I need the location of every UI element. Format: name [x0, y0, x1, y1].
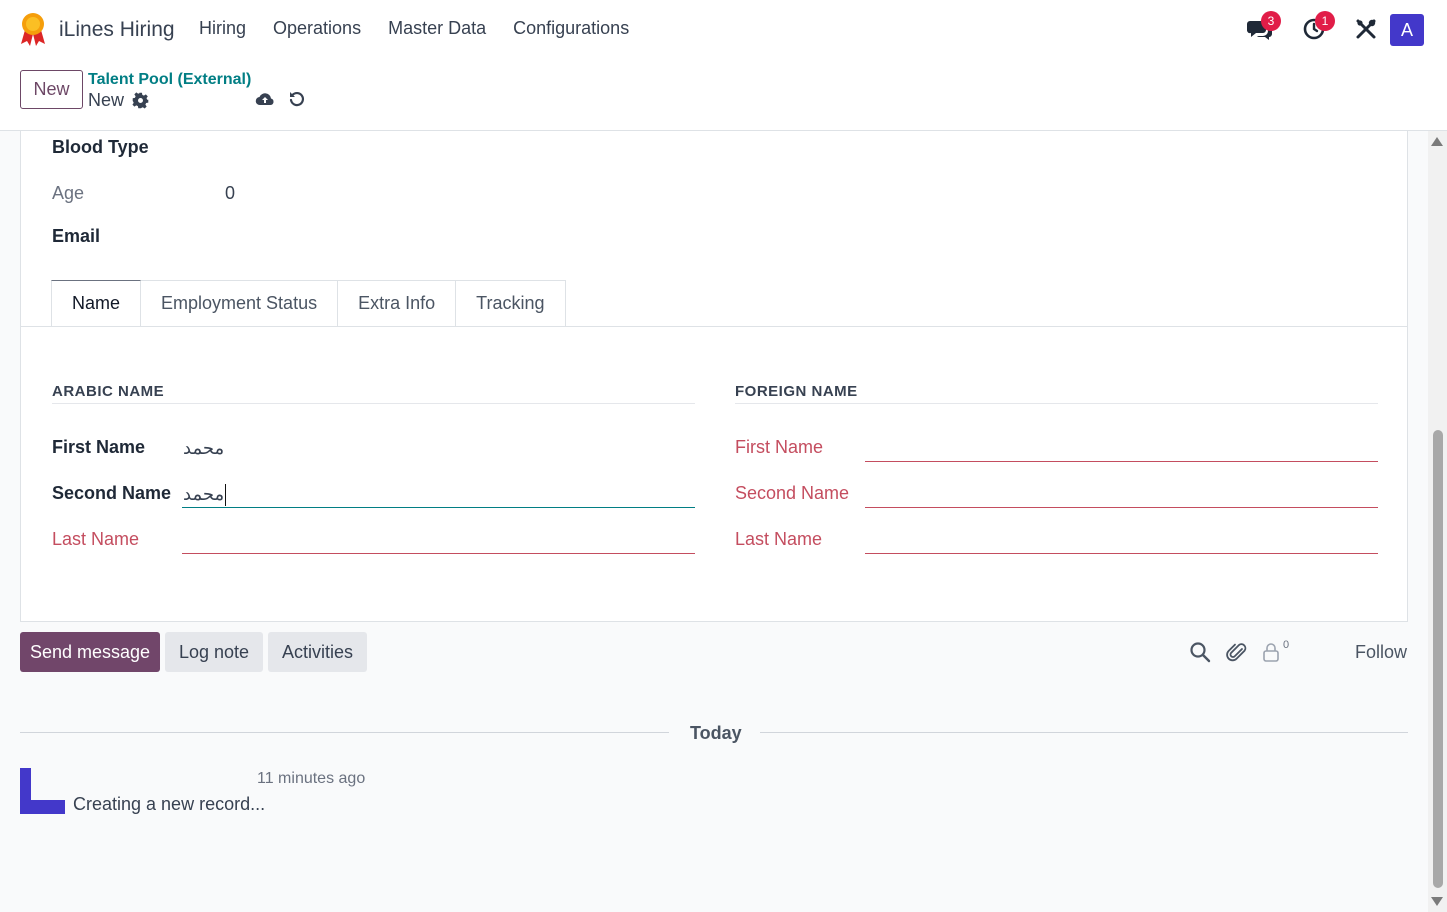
scroll-up-arrow-icon[interactable]: [1431, 137, 1443, 146]
menu-operations[interactable]: Operations: [273, 18, 361, 39]
email-label: Email: [52, 226, 101, 246]
followers-lock-icon[interactable]: [1262, 641, 1280, 663]
menu-configurations[interactable]: Configurations: [513, 18, 629, 39]
arabic-first-name-label: First Name: [52, 437, 146, 457]
tab-tracking[interactable]: Tracking: [456, 280, 566, 327]
tab-name[interactable]: Name: [51, 280, 142, 327]
top-navbar: iLines Hiring Hiring Operations Master D…: [0, 0, 1447, 60]
date-separator-label: Today: [690, 723, 742, 743]
activities-badge: 1: [1315, 11, 1335, 31]
log-note-button[interactable]: Log note: [165, 632, 263, 672]
debug-tools[interactable]: [1349, 12, 1383, 46]
tab-extra-info[interactable]: Extra Info: [338, 280, 457, 327]
message-author-avatar-mask: [31, 768, 65, 800]
age-value: 0: [225, 183, 236, 203]
tabs-divider: [21, 326, 1408, 327]
notebook-tabs: Name Employment Status Extra Info Tracki…: [51, 280, 566, 327]
control-panel: New Talent Pool (External) New: [0, 60, 1447, 131]
scrollbar-thumb[interactable]: [1433, 430, 1443, 888]
foreign-name-rule: [735, 403, 1378, 404]
age-label: Age: [52, 183, 85, 203]
app-name[interactable]: iLines Hiring: [59, 18, 175, 42]
date-separator-left: [20, 732, 669, 733]
gear-icon[interactable]: [132, 92, 149, 109]
ribbon-logo-icon[interactable]: [19, 12, 47, 46]
messages-badge: 3: [1261, 11, 1281, 31]
arabic-last-name-label: Last Name: [52, 529, 140, 549]
tools-icon: [1356, 19, 1376, 39]
send-message-button[interactable]: Send message: [20, 632, 160, 672]
breadcrumb-talent-pool[interactable]: Talent Pool (External): [88, 71, 251, 89]
message-timestamp: 11 minutes ago: [257, 770, 366, 787]
new-button[interactable]: New: [20, 70, 83, 109]
arabic-second-name-input[interactable]: محمد: [183, 484, 227, 506]
follow-button[interactable]: Follow: [1355, 642, 1407, 663]
foreign-second-name-input[interactable]: [865, 507, 1378, 508]
record-title: New: [88, 90, 149, 111]
user-avatar[interactable]: A: [1390, 14, 1424, 46]
activity-menu[interactable]: 1: [1297, 11, 1335, 46]
cloud-upload-icon[interactable]: [255, 90, 275, 108]
followers-count: 0: [1283, 639, 1290, 651]
foreign-second-name-label: Second Name: [735, 483, 850, 503]
activities-button[interactable]: Activities: [268, 632, 367, 672]
foreign-first-name-label: First Name: [735, 437, 824, 457]
arabic-first-name-input[interactable]: محمد: [183, 438, 224, 459]
undo-icon[interactable]: [288, 90, 306, 108]
foreign-last-name-input[interactable]: [865, 553, 1378, 554]
record-name: New: [88, 90, 125, 110]
message-body: Creating a new record...: [73, 794, 266, 814]
messaging-menu[interactable]: 3: [1243, 11, 1281, 46]
paperclip-icon[interactable]: [1226, 641, 1248, 663]
scroll-down-arrow-icon[interactable]: [1431, 897, 1443, 906]
arabic-second-name-underline: [182, 507, 695, 508]
arabic-second-name-label: Second Name: [52, 483, 172, 503]
foreign-first-name-input[interactable]: [865, 461, 1378, 462]
menu-hiring[interactable]: Hiring: [199, 18, 246, 39]
arabic-name-rule: [52, 403, 695, 404]
foreign-name-title: FOREIGN NAME: [735, 383, 858, 400]
arabic-last-name-underline: [182, 553, 695, 554]
menu-master-data[interactable]: Master Data: [388, 18, 486, 39]
search-icon[interactable]: [1189, 641, 1211, 663]
arabic-name-title: ARABIC NAME: [52, 383, 165, 400]
form-sheet: Blood Type Age 0 Email Name Employment S…: [20, 131, 1408, 622]
blood-type-label: Blood Type: [52, 137, 149, 157]
foreign-last-name-label: Last Name: [735, 529, 823, 549]
tab-employment-status[interactable]: Employment Status: [141, 280, 339, 327]
text-caret: [225, 484, 227, 506]
main-menu: Hiring Operations Master Data Configurat…: [199, 18, 629, 39]
date-separator-right: [760, 732, 1408, 733]
